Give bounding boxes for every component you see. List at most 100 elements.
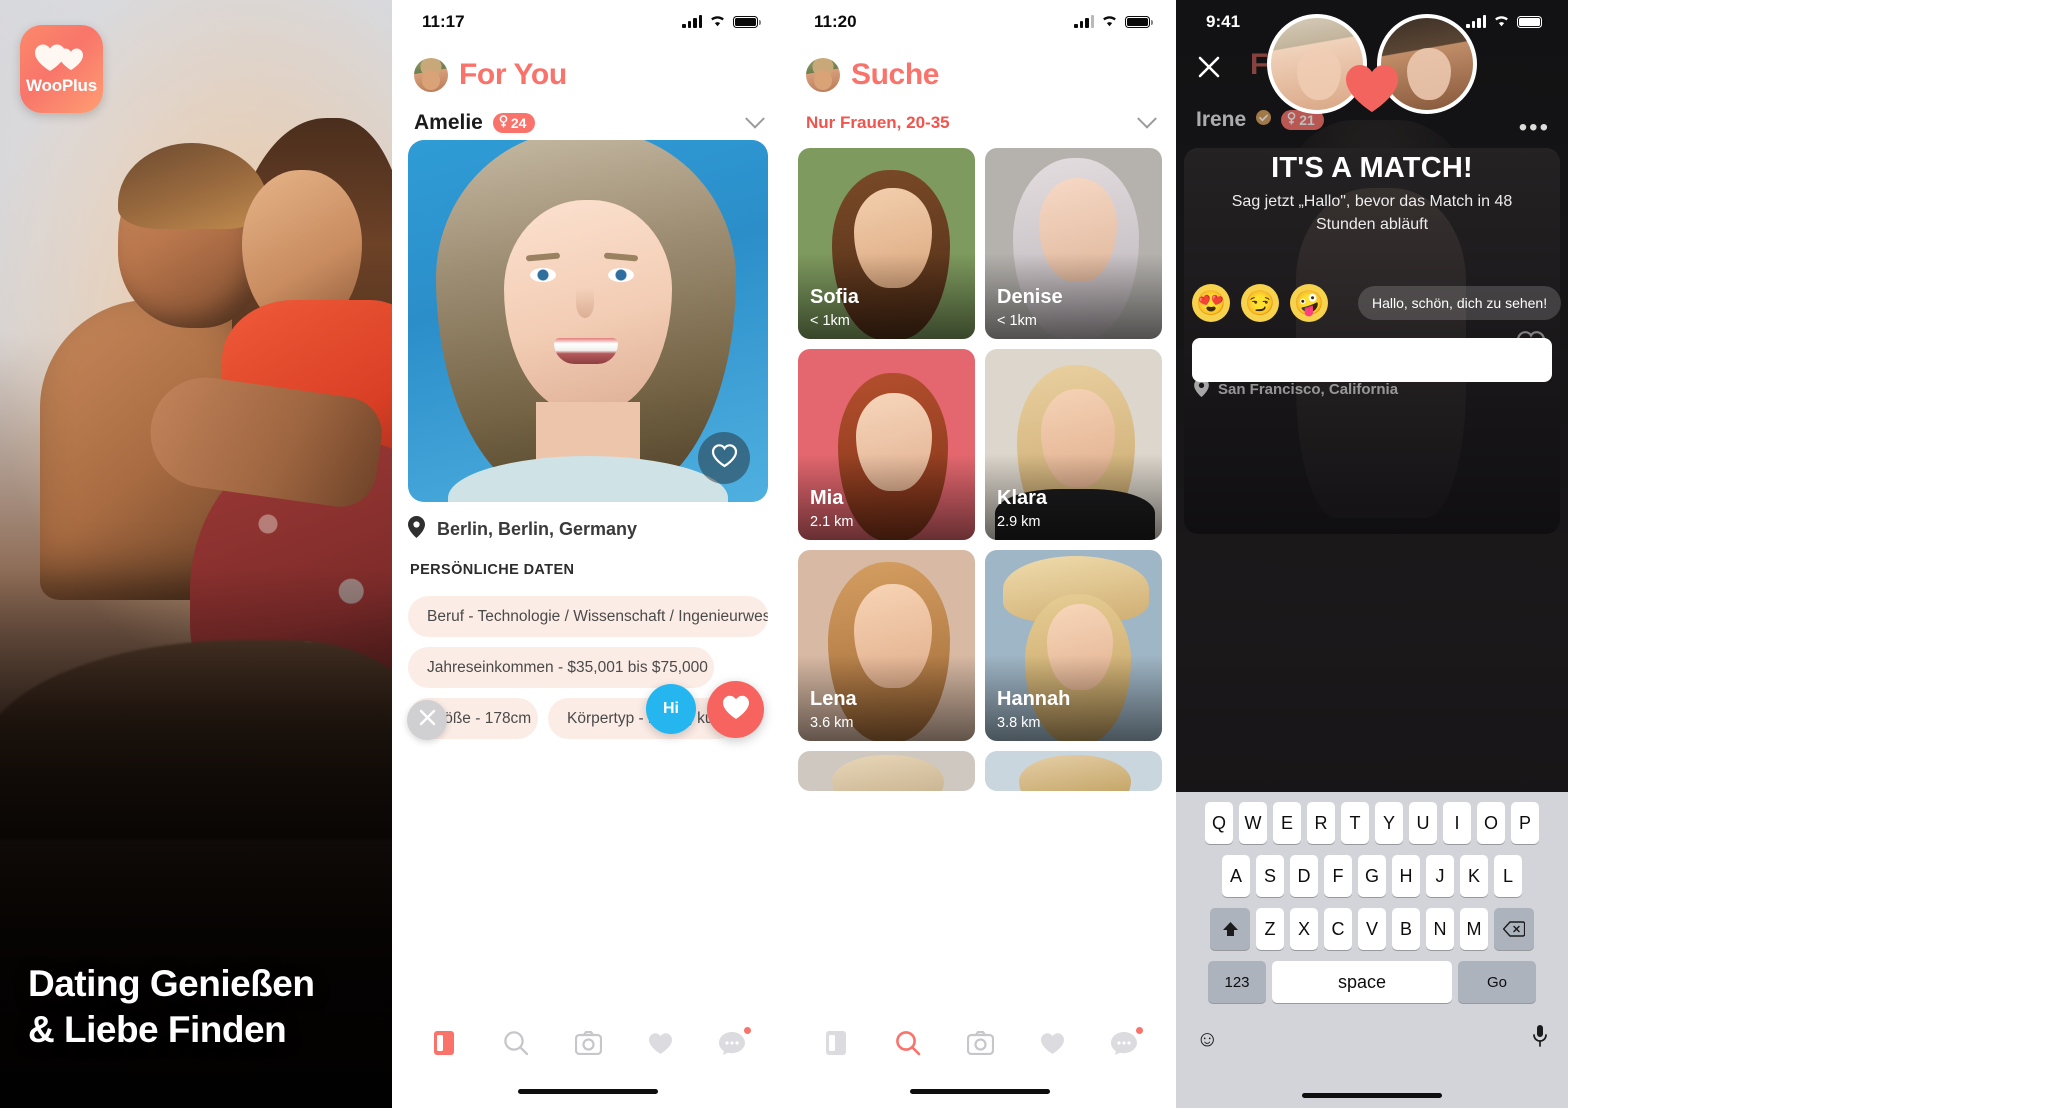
key-c[interactable]: C (1324, 908, 1352, 950)
status-bar: 11:17 (392, 0, 784, 44)
key-r[interactable]: R (1307, 802, 1335, 844)
tab-likes[interactable] (1034, 1025, 1070, 1061)
status-time: 9:41 (1206, 12, 1241, 31)
emoji-heart-eyes-icon[interactable]: 😍 (1192, 284, 1230, 322)
key-numbers[interactable]: 123 (1208, 961, 1266, 1003)
quick-reply-chip[interactable]: Hallo, schön, dich zu sehen! (1358, 286, 1562, 320)
page-title: For You (459, 58, 567, 91)
search-card[interactable]: Lena 3.6 km (798, 550, 975, 741)
status-bar: 11:20 (784, 0, 1176, 44)
key-q[interactable]: Q (1205, 802, 1233, 844)
wifi-icon (709, 12, 726, 32)
hi-button-label: Hi (663, 700, 679, 717)
app-header: Suche (784, 44, 1176, 106)
emoji-zany-icon[interactable]: 🤪 (1290, 284, 1328, 322)
search-card[interactable]: Klara 2.9 km (985, 349, 1162, 540)
user-avatar[interactable] (414, 58, 448, 92)
key-m[interactable]: M (1460, 908, 1488, 950)
say-hi-button[interactable]: Hi (646, 684, 696, 734)
keyboard-row-3: Z X C V B N M (1176, 908, 1568, 950)
tab-likes[interactable] (642, 1025, 678, 1061)
emoji-smirk-icon[interactable]: 😏 (1241, 284, 1279, 322)
key-i[interactable]: I (1443, 802, 1471, 844)
close-button[interactable] (1192, 52, 1226, 86)
keyboard-row-1: Q W E R T Y U I O P (1176, 802, 1568, 844)
key-j[interactable]: J (1426, 855, 1454, 897)
wooplus-logo-text: WooPlus (25, 76, 97, 95)
favorite-photo-button[interactable] (698, 432, 750, 484)
chevron-down-icon[interactable] (745, 108, 765, 129)
tab-camera[interactable] (570, 1025, 606, 1061)
key-space[interactable]: space (1272, 961, 1452, 1003)
match-phone-frame: 9:41 For You Irene (1176, 0, 1568, 1108)
key-e[interactable]: E (1273, 802, 1301, 844)
double-heart-icon (34, 42, 90, 72)
key-p[interactable]: P (1511, 802, 1539, 844)
chat-notification-dot (1136, 1027, 1143, 1034)
key-z[interactable]: Z (1256, 908, 1284, 950)
more-horizontal-icon[interactable]: ••• (1519, 114, 1550, 142)
key-l[interactable]: L (1494, 855, 1522, 897)
tab-cards[interactable] (426, 1025, 462, 1061)
location-text: Berlin, Berlin, Germany (437, 519, 638, 539)
key-w[interactable]: W (1239, 802, 1267, 844)
user-avatar[interactable] (806, 58, 840, 92)
dislike-button[interactable] (407, 700, 447, 740)
keyboard-bottom-row: ☺ (1176, 1014, 1568, 1054)
key-d[interactable]: D (1290, 855, 1318, 897)
tab-chat[interactable] (1106, 1025, 1143, 1061)
search-card[interactable]: Mia 2.1 km (798, 349, 975, 540)
bottom-tab-bar (784, 1012, 1176, 1074)
key-go[interactable]: Go (1458, 961, 1536, 1003)
card-distance: 3.8 km (997, 715, 1041, 731)
tab-camera[interactable] (962, 1025, 998, 1061)
cellular-signal-icon (1074, 15, 1094, 28)
key-x[interactable]: X (1290, 908, 1318, 950)
key-n[interactable]: N (1426, 908, 1454, 950)
tab-search[interactable] (890, 1025, 926, 1061)
key-t[interactable]: T (1341, 802, 1369, 844)
chip-income[interactable]: Jahreseinkommen - $35,001 bis $75,000 (408, 647, 714, 688)
tab-chat[interactable] (714, 1025, 751, 1061)
key-k[interactable]: K (1460, 855, 1488, 897)
key-y[interactable]: Y (1375, 802, 1403, 844)
hero-marketing-panel: WooPlus Dating Genießen & Liebe Finden (0, 0, 392, 1108)
tab-cards[interactable] (818, 1025, 854, 1061)
search-card[interactable]: Hannah 3.8 km (985, 550, 1162, 741)
key-a[interactable]: A (1222, 855, 1250, 897)
like-button[interactable] (707, 681, 764, 738)
backspace-icon[interactable] (1494, 908, 1534, 950)
key-o[interactable]: O (1477, 802, 1505, 844)
chip-occupation[interactable]: Beruf - Technologie / Wissenschaft / Ing… (408, 596, 768, 637)
profile-photo-card[interactable] (408, 140, 768, 502)
key-b[interactable]: B (1392, 908, 1420, 950)
key-f[interactable]: F (1324, 855, 1352, 897)
card-distance: 2.1 km (810, 514, 854, 530)
tagline-line-1: Dating Genießen (28, 963, 315, 1005)
search-card[interactable]: Denise < 1km (985, 148, 1162, 339)
home-indicator (518, 1089, 658, 1094)
keyboard-row-4: 123 space Go (1176, 961, 1568, 1003)
message-input[interactable] (1192, 338, 1552, 382)
tab-search[interactable] (498, 1025, 534, 1061)
search-card-partial[interactable] (985, 751, 1162, 791)
microphone-icon[interactable] (1532, 1024, 1548, 1054)
chevron-down-icon[interactable] (1137, 108, 1157, 129)
emoji-quick-row: 😍 😏 🤪 (1192, 284, 1328, 322)
card-distance: < 1km (810, 313, 850, 329)
photo-eye-right (608, 268, 634, 282)
key-u[interactable]: U (1409, 802, 1437, 844)
key-s[interactable]: S (1256, 855, 1284, 897)
card-name: Sofia (810, 286, 859, 308)
search-card[interactable]: Sofia < 1km (798, 148, 975, 339)
photo-mouth (554, 338, 618, 364)
key-h[interactable]: H (1392, 855, 1420, 897)
key-v[interactable]: V (1358, 908, 1386, 950)
filter-bar[interactable]: Nur Frauen, 20-35 (784, 100, 1176, 146)
shift-icon[interactable] (1210, 908, 1250, 950)
key-g[interactable]: G (1358, 855, 1386, 897)
wifi-icon (1101, 12, 1118, 32)
emoji-icon[interactable]: ☺ (1196, 1026, 1218, 1052)
search-card-partial[interactable] (798, 751, 975, 791)
search-results-grid: Sofia < 1km Denise < 1km Mia 2.1 km Klar… (798, 148, 1162, 791)
